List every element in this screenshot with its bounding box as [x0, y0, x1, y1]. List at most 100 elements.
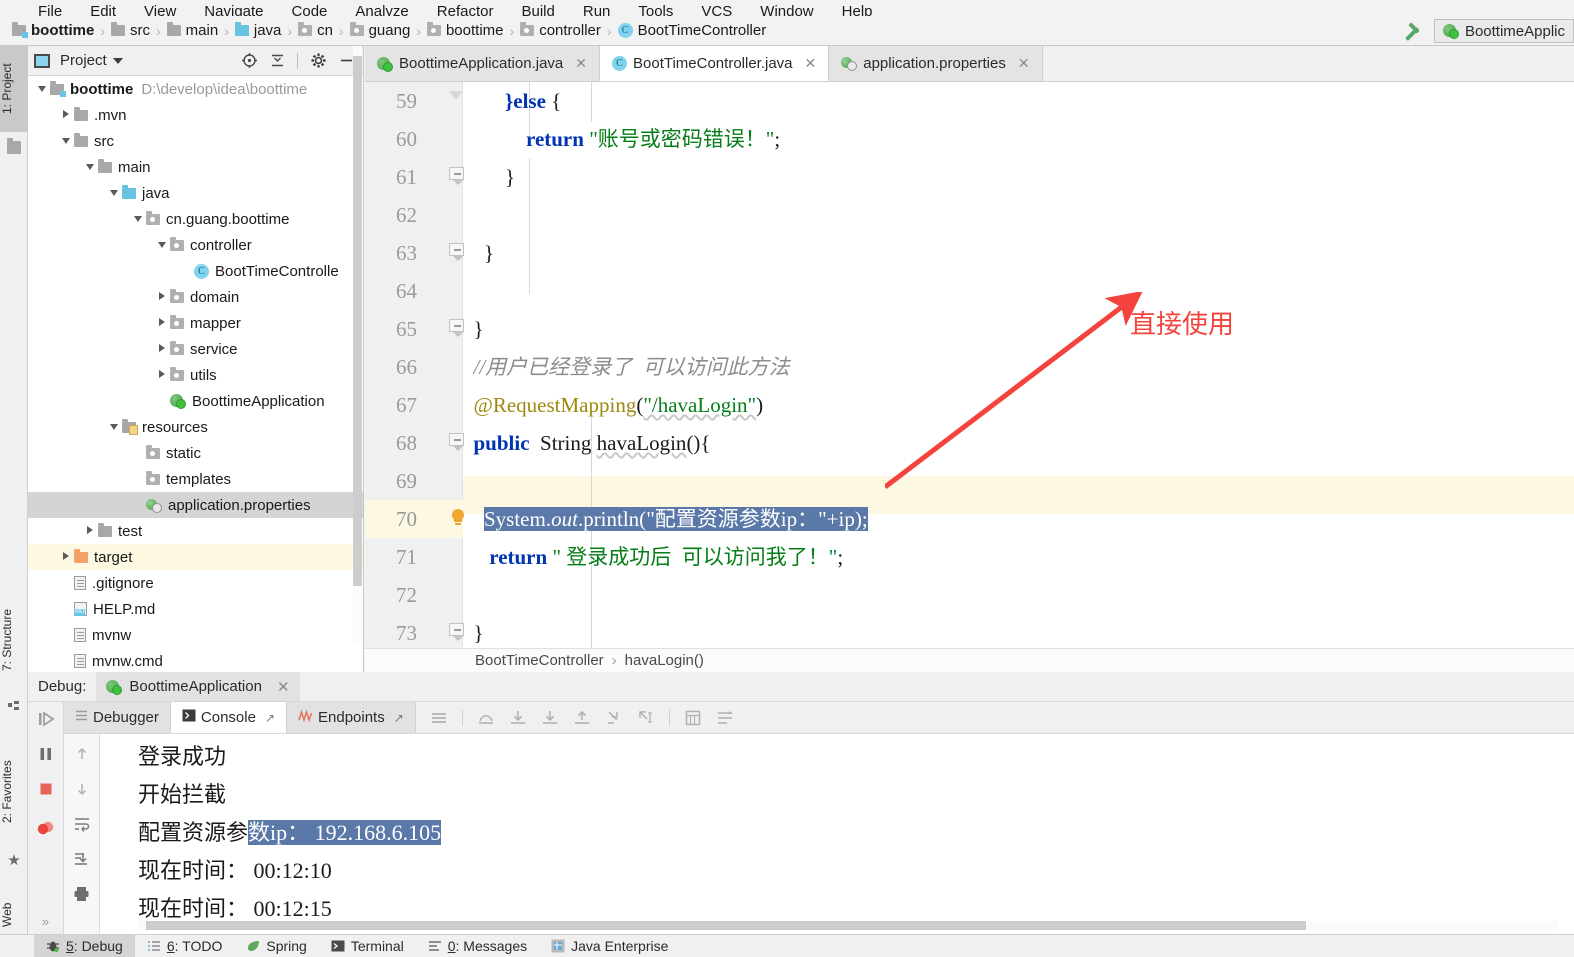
chevron-down-icon[interactable] — [112, 57, 123, 64]
collapse-all-icon[interactable] — [266, 50, 288, 72]
tree-node-boottime[interactable]: boottime D:\develop\idea\boottime — [28, 76, 363, 102]
status-bar-java-enterprise[interactable]: Java Enterprise — [539, 935, 680, 957]
menu-item-run[interactable]: Run — [569, 4, 625, 16]
pause-icon[interactable] — [37, 745, 55, 768]
status-bar-0--messages[interactable]: 0: Messages — [416, 935, 539, 957]
chevron-right-icon[interactable] — [154, 317, 170, 329]
menu-item-help[interactable]: Help — [828, 4, 887, 16]
soft-wrap-icon[interactable] — [74, 816, 90, 837]
tree-node-target[interactable]: target — [28, 544, 363, 570]
breadcrumb-class[interactable]: BootTimeController — [475, 652, 604, 669]
chevron-down-icon[interactable] — [34, 83, 50, 95]
chevron-right-icon[interactable] — [154, 369, 170, 381]
menu-item-build[interactable]: Build — [507, 4, 568, 16]
menu-icon[interactable] — [430, 709, 448, 727]
chevron-down-icon[interactable] — [130, 213, 146, 225]
tree-node-application-properties[interactable]: application.properties — [28, 492, 363, 518]
chevron-down-icon[interactable] — [82, 161, 98, 173]
stop-icon[interactable] — [37, 780, 55, 803]
code-editor[interactable]: 59 60 61 62 63 64 65 66 67 68 69 70 71 72 73 }else { r… — [365, 82, 1574, 650]
tree-node-templates[interactable]: templates — [28, 466, 363, 492]
editor-tab-boottimeapplication-java[interactable]: BoottimeApplication.java ✕ — [365, 46, 600, 81]
tree-node-test[interactable]: test — [28, 518, 363, 544]
breadcrumb-item-boottimecontroller[interactable]: C BootTimeController — [617, 22, 766, 39]
run-configuration-selector[interactable]: BoottimeApplic — [1433, 19, 1574, 43]
editor-gutter[interactable]: 59 60 61 62 63 64 65 66 67 68 69 70 71 72 73 — [365, 82, 464, 650]
pin-icon[interactable]: ↗ — [394, 711, 404, 725]
hammer-icon[interactable] — [1400, 18, 1426, 44]
breadcrumb-item-cn[interactable]: cn — [298, 22, 333, 39]
mute-breakpoints-icon[interactable] — [36, 819, 56, 842]
menu-item-view[interactable]: View — [130, 4, 190, 16]
close-icon[interactable]: ✕ — [575, 55, 587, 72]
sidebar-item-structure[interactable]: 7: Structure — [0, 586, 28, 694]
tree-node-mvnw-cmd[interactable]: mvnw.cmd — [28, 648, 363, 672]
tree-node-static[interactable]: static — [28, 440, 363, 466]
chevron-right-icon[interactable] — [154, 343, 170, 355]
breadcrumb-item-boottime[interactable]: boottime — [426, 22, 504, 39]
tree-node--gitignore[interactable]: .gitignore — [28, 570, 363, 596]
tree-node-help-md[interactable]: HELP.md — [28, 596, 363, 622]
project-tree[interactable]: boottime D:\develop\idea\boottime .mvn src m… — [28, 76, 363, 672]
menu-item-edit[interactable]: Edit — [76, 4, 130, 16]
tree-node-service[interactable]: service — [28, 336, 363, 362]
gear-icon[interactable] — [307, 50, 329, 72]
breadcrumb-item-boottime[interactable]: boottime — [12, 22, 94, 39]
step-into-icon[interactable] — [509, 709, 527, 727]
layout-icon[interactable] — [716, 709, 734, 727]
evaluate-icon[interactable] — [684, 709, 702, 727]
menu-item-vcs[interactable]: VCS — [687, 4, 746, 16]
chevron-right-icon[interactable] — [154, 291, 170, 303]
breadcrumb-item-guang[interactable]: guang — [349, 22, 410, 39]
print-icon[interactable] — [73, 886, 90, 907]
breadcrumb-item-src[interactable]: src — [111, 22, 150, 39]
menu-item-file[interactable]: File — [24, 4, 76, 16]
scroll-up-icon[interactable] — [74, 746, 90, 767]
status-bar-spring[interactable]: Spring — [234, 935, 318, 957]
menu-item-analyze[interactable]: Analyze — [341, 4, 422, 16]
chevron-down-icon[interactable] — [106, 187, 122, 199]
drop-frame-icon[interactable] — [605, 709, 623, 727]
tree-node-mapper[interactable]: mapper — [28, 310, 363, 336]
scroll-to-end-icon[interactable] — [74, 851, 90, 872]
menu-item-tools[interactable]: Tools — [624, 4, 687, 16]
close-icon[interactable]: ✕ — [1018, 55, 1030, 72]
status-bar-terminal[interactable]: Terminal — [319, 935, 416, 957]
step-out-icon[interactable] — [573, 709, 591, 727]
editor-tab-application-properties[interactable]: application.properties ✕ — [829, 46, 1043, 81]
breadcrumb-item-java[interactable]: java — [234, 22, 281, 39]
run-to-cursor-icon[interactable] — [637, 709, 655, 727]
tree-node-main[interactable]: main — [28, 154, 363, 180]
breadcrumb-item-main[interactable]: main — [166, 22, 218, 39]
tab-console[interactable]: Console ↗ — [170, 702, 287, 733]
lightbulb-icon[interactable] — [450, 509, 466, 529]
status-bar-5--debug[interactable]: 5: Debug — [34, 934, 135, 957]
chevron-down-icon[interactable] — [154, 239, 170, 251]
menu-item-window[interactable]: Window — [746, 4, 827, 16]
tree-node-cn-guang-boottime[interactable]: cn.guang.boottime — [28, 206, 363, 232]
editor-tab-boottimecontroller-java[interactable]: C BootTimeController.java ✕ — [600, 46, 830, 81]
tree-node-controller[interactable]: controller — [28, 232, 363, 258]
breadcrumb-method[interactable]: havaLogin() — [625, 652, 704, 669]
tree-node-src[interactable]: src — [28, 128, 363, 154]
code-pane[interactable]: }else { return "账号或密码错误！"; } } } //用户已经登… — [463, 82, 1574, 650]
project-scrollbar[interactable] — [353, 46, 362, 642]
pin-icon[interactable]: ↗ — [265, 711, 275, 725]
tab-debugger[interactable]: Debugger — [64, 702, 171, 733]
tree-node-java[interactable]: java — [28, 180, 363, 206]
tree-node-mvnw[interactable]: mvnw — [28, 622, 363, 648]
tree-node-boottimeapplication[interactable]: BoottimeApplication — [28, 388, 363, 414]
debug-session-tab[interactable]: BoottimeApplication ✕ — [96, 672, 300, 701]
step-over-icon[interactable] — [477, 709, 495, 727]
locate-icon[interactable] — [238, 50, 260, 72]
breadcrumb-item-controller[interactable]: controller — [520, 22, 601, 39]
more-icon[interactable]: » — [42, 914, 49, 929]
close-icon[interactable]: ✕ — [277, 678, 290, 696]
close-icon[interactable]: ✕ — [805, 55, 817, 72]
tree-node--mvn[interactable]: .mvn — [28, 102, 363, 128]
tree-node-boottimecontrolle[interactable]: C BootTimeControlle — [28, 258, 363, 284]
tree-node-resources[interactable]: resources — [28, 414, 363, 440]
tree-node-domain[interactable]: domain — [28, 284, 363, 310]
console-output[interactable]: 登录成功 开始拦截 配置资源参数ip： 192.168.6.105 现在时间： 00:… — [138, 734, 1564, 934]
sidebar-item-favorites[interactable]: 2: Favorites — [0, 736, 28, 848]
